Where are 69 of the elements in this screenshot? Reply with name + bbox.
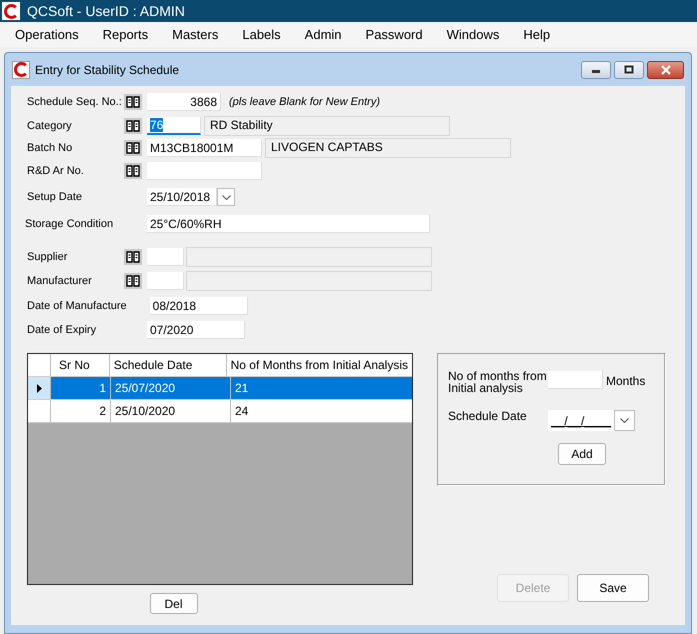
unit-label: Months bbox=[606, 374, 646, 388]
window-title: Entry for Stability Schedule bbox=[35, 62, 180, 76]
dropdown-button[interactable] bbox=[614, 410, 635, 431]
dropdown-button[interactable] bbox=[217, 188, 235, 206]
action-button[interactable]: Save bbox=[577, 574, 649, 602]
input-field[interactable] bbox=[147, 162, 262, 180]
close-icon bbox=[660, 64, 672, 74]
field-label: Category bbox=[27, 119, 73, 133]
input-field[interactable] bbox=[147, 248, 184, 266]
book-icon[interactable] bbox=[124, 118, 142, 134]
table-cell: 25/07/2020 bbox=[111, 377, 231, 399]
field-label: Storage Condition bbox=[25, 217, 114, 231]
field-label: R&D Ar No. bbox=[27, 164, 85, 178]
input-field[interactable]: M13CB18001M bbox=[147, 139, 262, 157]
menu-item[interactable]: Operations bbox=[15, 27, 79, 42]
add-button[interactable]: Add bbox=[558, 443, 606, 465]
input-field[interactable]: 25/10/2018 bbox=[147, 188, 217, 206]
input-field[interactable]: 76 bbox=[147, 117, 201, 135]
hint-text: (pls leave Blank for New Entry) bbox=[229, 96, 380, 108]
restore-icon bbox=[623, 64, 635, 74]
column-header[interactable]: No of Months from Initial Analysis bbox=[226, 354, 412, 376]
table-cell: 25/10/2020 bbox=[111, 400, 231, 422]
description-field: LIVOGEN CAPTABS bbox=[265, 138, 511, 158]
book-icon[interactable] bbox=[124, 163, 142, 179]
menu-item[interactable]: Password bbox=[366, 27, 423, 42]
menu-item[interactable]: Labels bbox=[242, 27, 281, 42]
field-label: Supplier bbox=[27, 250, 68, 264]
field-label: Batch No bbox=[27, 141, 74, 155]
input-field[interactable]: 3868 bbox=[147, 93, 221, 111]
menu-item[interactable]: Admin bbox=[304, 27, 342, 42]
field-label: Date of Expiry bbox=[27, 323, 98, 337]
row-pointer-icon bbox=[36, 384, 42, 392]
field-label: Manufacturer bbox=[27, 274, 93, 288]
field-label: Schedule Seq. No.: bbox=[27, 95, 123, 109]
input-field[interactable] bbox=[548, 371, 603, 389]
restore-button[interactable] bbox=[614, 60, 644, 78]
table-cell-text: 24 bbox=[234, 403, 250, 420]
window-logo-icon bbox=[12, 60, 30, 78]
menu-item[interactable]: Windows bbox=[446, 27, 500, 42]
menu-item[interactable]: Masters bbox=[172, 27, 218, 42]
field-label: Schedule Date bbox=[448, 410, 528, 422]
column-header[interactable]: Sr No bbox=[51, 354, 110, 376]
description-field: RD Stability bbox=[204, 116, 450, 136]
table-cell: 1 bbox=[51, 377, 111, 399]
input-field[interactable]: 08/2018 bbox=[150, 297, 248, 315]
chevron-down-icon bbox=[620, 418, 629, 423]
field-label: Date of Manufacture bbox=[27, 299, 127, 313]
chevron-down-icon bbox=[222, 194, 230, 200]
input-field[interactable]: 25°C/60%RH bbox=[147, 215, 430, 233]
book-icon[interactable] bbox=[124, 249, 142, 265]
field-label: Setup Date bbox=[27, 190, 84, 204]
menu-item[interactable]: Help bbox=[523, 27, 550, 42]
column-header[interactable]: Schedule Date bbox=[110, 354, 227, 376]
minimize-button[interactable] bbox=[581, 60, 611, 78]
field-label: No of months from Initial analysis bbox=[448, 370, 548, 394]
close-button[interactable] bbox=[647, 60, 684, 78]
app-title: QCSoft - UserID : ADMIN bbox=[27, 3, 185, 19]
input-field[interactable] bbox=[147, 272, 184, 290]
table-cell: 2 bbox=[51, 400, 111, 422]
book-icon[interactable] bbox=[124, 273, 142, 289]
menu-item[interactable]: Reports bbox=[102, 27, 148, 42]
date-field[interactable]: __/__/____ bbox=[548, 410, 614, 431]
row-header-cell[interactable] bbox=[28, 377, 51, 399]
table-cell: 21 bbox=[231, 377, 412, 399]
book-icon[interactable] bbox=[124, 140, 142, 156]
book-icon[interactable] bbox=[124, 94, 142, 110]
del-button[interactable]: Del bbox=[150, 593, 198, 614]
app-logo-icon bbox=[2, 2, 20, 20]
input-field[interactable]: 07/2020 bbox=[147, 321, 245, 339]
